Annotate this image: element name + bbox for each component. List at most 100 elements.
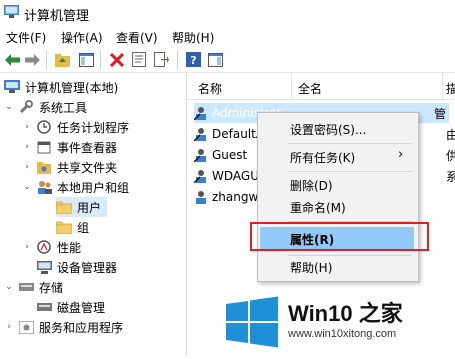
performance-icon [36,239,52,255]
tree-item-storage[interactable]: ⌄ 存储 [4,277,63,297]
column-divider[interactable] [291,73,292,99]
user-description: 由 [446,127,455,142]
menu-item-delete[interactable]: 删除(D) [290,177,333,194]
menu-file[interactable]: 文件(F) [6,29,46,46]
title-bar: 计算机管理 [0,0,455,26]
tree-item-label: 共享文件夹 [57,160,118,175]
computer-management-icon [4,5,19,18]
tree-item-label: 事件查看器 [57,140,118,155]
column-divider[interactable] [442,73,443,99]
show-action-pane-icon[interactable] [207,51,224,68]
user-icon [196,191,206,204]
tree-item-event-viewer[interactable]: › 事件查看器 [22,137,117,157]
chevron-right-icon: › [398,147,404,162]
tree-item-device-manager[interactable]: 设备管理器 [36,257,117,277]
tree-item-label: 性能 [57,240,82,255]
chevron-right-icon[interactable]: › [22,162,32,172]
menu-separator [288,143,412,144]
folder-icon [56,219,72,235]
tree-item-disk-management[interactable]: 磁盘管理 [36,297,105,317]
show-hide-tree-icon[interactable] [78,51,95,68]
tree-item-task-scheduler[interactable]: › 任务计划程序 [22,117,129,137]
tree-item-groups[interactable]: 组 [56,217,89,237]
delete-icon[interactable] [108,51,125,68]
list-item[interactable]: Guest 供 [194,145,455,165]
tree-root-label: 计算机管理(本地) [25,80,119,95]
context-menu: 设置密码(S)... 所有任务(K) › 删除(D) 重命名(M) 属性(R) … [257,112,419,282]
users-icon [36,179,52,195]
svg-text:?: ? [190,54,196,67]
tree-item-services-apps[interactable]: › 服务和应用程序 [4,317,123,337]
tree-root[interactable]: 计算机管理(本地) [4,77,118,97]
export-list-icon[interactable] [153,51,170,68]
highlight-annotation [250,222,429,251]
menu-item-all-tasks[interactable]: 所有任务(K) [290,149,355,166]
forward-icon[interactable] [24,51,41,68]
tree-item-label: 系统工具 [39,100,88,115]
user-description: 供 [446,148,455,163]
user-icon [194,128,206,141]
up-folder-icon[interactable] [54,51,71,68]
list-item[interactable]: zhangw [194,187,258,207]
menu-item-help[interactable]: 帮助(H) [290,259,332,276]
properties-icon[interactable] [130,51,147,68]
tree-item-users[interactable]: 用户 [56,197,108,217]
list-item[interactable]: WDAGU 系 [194,166,455,186]
user-icon [194,149,206,162]
chevron-right-icon[interactable]: › [22,122,32,132]
chevron-right-icon[interactable]: › [22,242,32,252]
user-description: 管 [434,106,447,121]
tree-item-label: 组 [77,220,90,235]
tree-item-label: 本地用户和组 [57,180,130,195]
column-description[interactable]: 描 [446,80,455,97]
tree-item-label: 用户 [77,200,102,215]
menu-separator [288,255,412,256]
list-item[interactable]: DefaultA 由 [194,124,455,144]
disk-icon [36,299,52,315]
clock-icon [36,119,52,135]
chevron-right-icon[interactable]: › [4,322,14,332]
menu-item-rename[interactable]: 重命名(M) [290,199,346,216]
menu-item-set-password[interactable]: 设置密码(S)... [290,121,366,138]
tree-item-shared-folders[interactable]: › 共享文件夹 [22,157,117,177]
user-description: 系 [446,169,455,184]
menu-bar: 文件(F) 操作(A) 查看(V) 帮助(H) [0,26,455,48]
user-name: zhangw [212,190,259,204]
column-fullname[interactable]: 全名 [298,80,322,97]
window-title: 计算机管理 [24,9,90,24]
event-viewer-icon [36,139,52,155]
user-icon [194,170,206,183]
tree-item-performance[interactable]: › 性能 [22,237,81,257]
tools-icon [18,99,34,115]
services-icon [18,319,34,335]
toolbar-separator [100,51,101,69]
menu-action[interactable]: 操作(A) [61,29,103,46]
column-name[interactable]: 名称 [198,80,222,97]
tree-item-label: 服务和应用程序 [39,320,124,335]
user-icon [194,107,206,120]
help-icon[interactable]: ? [185,51,202,68]
chevron-down-icon[interactable]: ⌄ [22,182,32,192]
tree-item-label: 任务计划程序 [57,120,130,135]
win10-watermark: Win10 之家 www.win10xitong.com [226,286,455,356]
user-name: Guest [212,148,248,162]
tree-item-label: 存储 [39,280,64,295]
chevron-down-icon[interactable]: ⌄ [4,282,14,292]
menu-view[interactable]: 查看(V) [116,29,158,46]
tree-item-local-users-groups[interactable]: ⌄ 本地用户和组 [22,177,129,197]
menu-separator [288,171,412,172]
tree-item-system-tools[interactable]: ⌄ 系统工具 [4,97,87,117]
device-manager-icon [36,259,52,275]
user-name: WDAGU [212,169,259,183]
menu-help[interactable]: 帮助(H) [172,29,214,46]
storage-icon [18,279,34,295]
toolbar: ? [0,48,455,73]
watermark-url: www.win10xitong.com [288,328,397,340]
toolbar-separator [177,51,178,69]
shared-folder-icon [36,159,52,175]
back-icon[interactable] [4,51,21,68]
tree-item-label: 磁盘管理 [57,300,106,315]
navigation-tree: 计算机管理(本地) ⌄ 系统工具 › 任务计划程序 › 事件查看器 › 共享文件… [0,73,187,356]
chevron-down-icon[interactable]: ⌄ [4,102,14,112]
chevron-right-icon[interactable]: › [22,142,32,152]
